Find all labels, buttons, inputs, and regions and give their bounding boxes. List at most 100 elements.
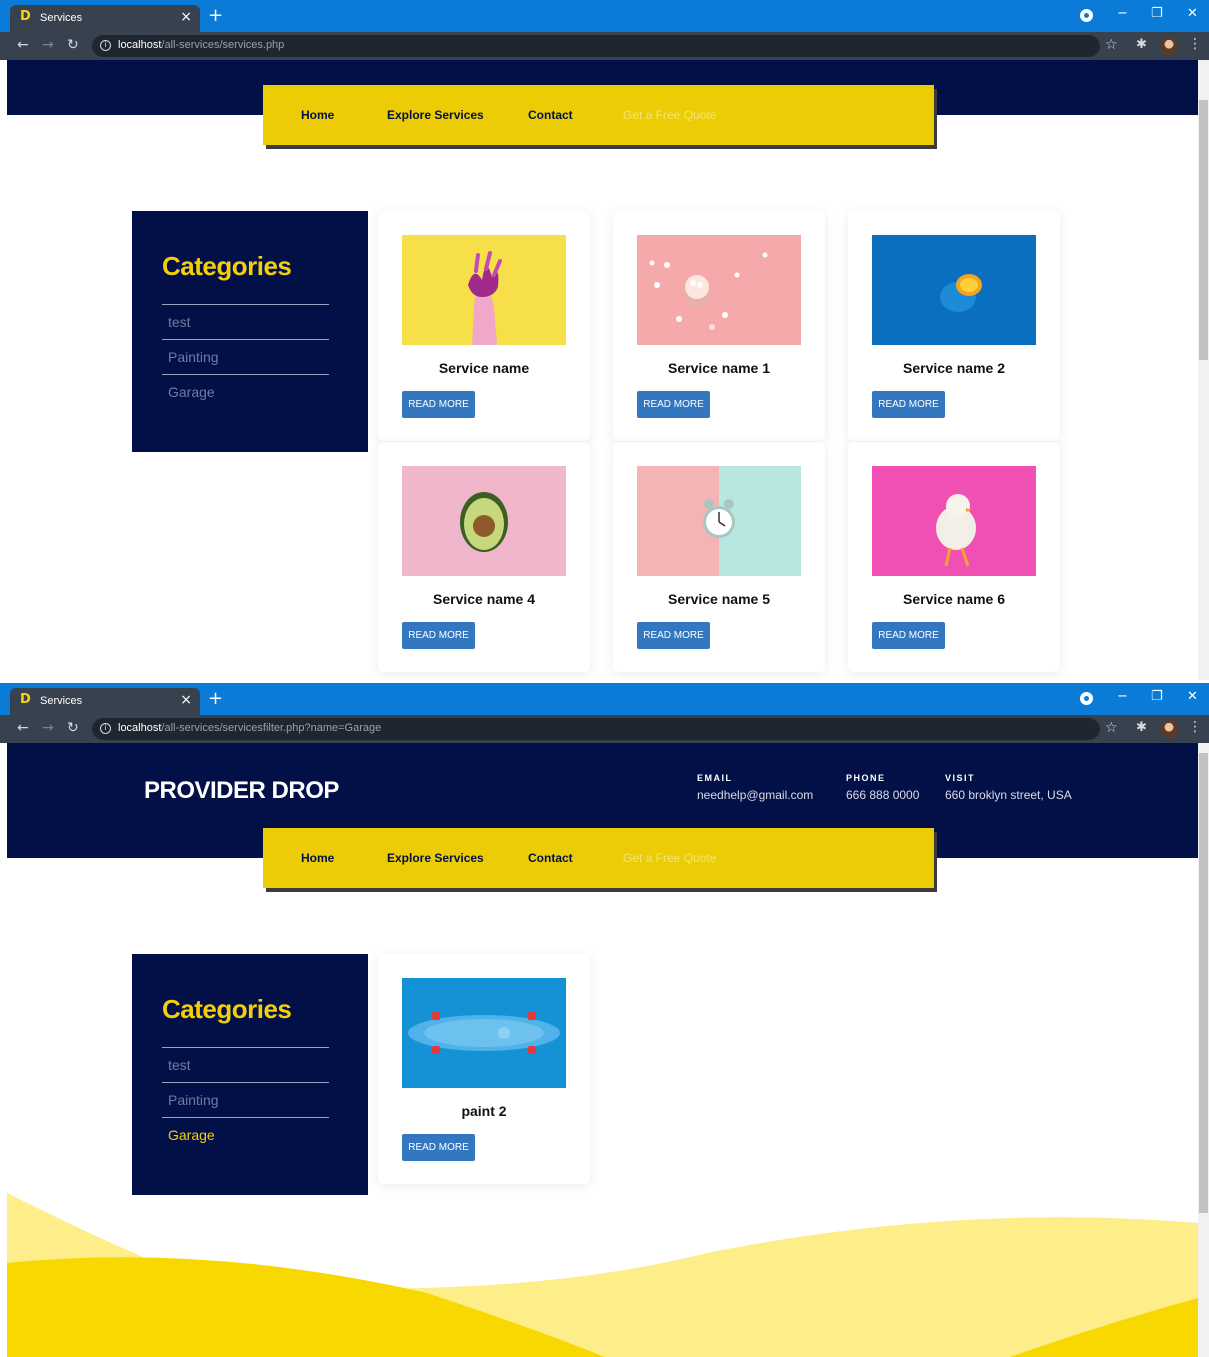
service-card: Service name READ MORE	[378, 211, 590, 441]
category-divider	[162, 1117, 329, 1118]
back-icon[interactable]: ←	[17, 37, 29, 53]
service-title: Service name 4	[433, 591, 535, 607]
scrollbar-thumb[interactable]	[1199, 100, 1208, 360]
service-title: Service name	[438, 360, 530, 376]
tab-title: Services	[40, 695, 83, 707]
browser-account-icon[interactable]	[1080, 692, 1093, 705]
category-garage[interactable]: Garage	[168, 1127, 215, 1143]
service-title: Service name 6	[903, 591, 1005, 607]
browser-menu-icon[interactable]: ⋮	[1188, 719, 1202, 735]
info-icon[interactable]: i	[100, 40, 111, 51]
browser-menu-icon[interactable]: ⋮	[1188, 36, 1202, 52]
category-garage[interactable]: Garage	[168, 384, 215, 400]
reload-icon[interactable]: ↻	[67, 720, 79, 736]
address-toolbar: ← → ↻ i localhost/all-services/servicesf…	[0, 715, 1209, 743]
address-toolbar: ← → ↻ i localhost/all-services/services.…	[0, 32, 1209, 60]
email-value[interactable]: needhelp@gmail.com	[697, 788, 813, 802]
site-favicon-icon: D	[20, 692, 31, 707]
categories-title: Categories	[162, 994, 292, 1024]
read-more-button[interactable]: READ MORE	[402, 391, 475, 418]
read-more-button[interactable]: READ MORE	[872, 622, 945, 649]
site-favicon-icon: D	[20, 9, 31, 24]
service-image[interactable]	[872, 466, 1036, 576]
browser-account-icon[interactable]	[1080, 9, 1093, 22]
service-image[interactable]	[637, 235, 801, 345]
browser-tab[interactable]: D Services ×	[10, 688, 200, 715]
category-divider	[162, 374, 329, 375]
service-image[interactable]	[402, 235, 566, 345]
profile-avatar[interactable]	[1160, 720, 1178, 738]
category-divider	[162, 304, 329, 305]
nav-home[interactable]: Home	[301, 108, 334, 122]
bookmark-star-icon[interactable]: ☆	[1105, 37, 1118, 53]
reload-icon[interactable]: ↻	[67, 37, 79, 53]
categories-sidebar: Categories test Painting Garage	[132, 211, 368, 452]
category-test[interactable]: test	[168, 314, 191, 330]
categories-title: Categories	[162, 251, 292, 281]
close-window-icon[interactable]: ✕	[1187, 6, 1198, 21]
email-label: EMAIL	[697, 773, 733, 783]
service-card: Service name 5 READ MORE	[613, 442, 825, 672]
nav-free-quote[interactable]: Get a Free Quote	[623, 851, 716, 865]
url-host: localhost	[118, 722, 162, 734]
browser-tab-bar: D Services × + − ❐ ✕	[0, 0, 1209, 32]
read-more-button[interactable]: READ MORE	[402, 1134, 475, 1161]
page-content: Home Explore Services Contact Get a Free…	[7, 60, 1198, 680]
page-scrollbar[interactable]	[1198, 60, 1209, 680]
bookmark-star-icon[interactable]: ☆	[1105, 720, 1118, 736]
restore-icon[interactable]: ❐	[1151, 6, 1163, 21]
main-nav: Home Explore Services Contact Get a Free…	[263, 828, 934, 888]
service-card: Service name 1 READ MORE	[613, 211, 825, 441]
service-card: paint 2 READ MORE	[378, 954, 590, 1184]
read-more-button[interactable]: READ MORE	[872, 391, 945, 418]
nav-free-quote[interactable]: Get a Free Quote	[623, 108, 716, 122]
url-field[interactable]: i localhost/all-services/servicesfilter.…	[92, 718, 1100, 740]
category-painting[interactable]: Painting	[168, 349, 219, 365]
minimize-icon[interactable]: −	[1117, 689, 1128, 704]
page-content: PROVIDER DROP EMAIL needhelp@gmail.com P…	[7, 743, 1198, 1357]
url-host: localhost	[118, 39, 162, 51]
extensions-icon[interactable]: ✱	[1136, 37, 1147, 52]
back-icon[interactable]: ←	[17, 720, 29, 736]
service-image[interactable]	[637, 466, 801, 576]
nav-explore-services[interactable]: Explore Services	[387, 851, 484, 865]
phone-value[interactable]: 666 888 0000	[846, 788, 919, 802]
forward-icon[interactable]: →	[42, 720, 54, 736]
read-more-button[interactable]: READ MORE	[637, 622, 710, 649]
nav-explore-services[interactable]: Explore Services	[387, 108, 484, 122]
service-image[interactable]	[402, 466, 566, 576]
forward-icon[interactable]: →	[42, 37, 54, 53]
profile-avatar[interactable]	[1160, 37, 1178, 55]
extensions-icon[interactable]: ✱	[1136, 720, 1147, 735]
nav-contact[interactable]: Contact	[528, 108, 573, 122]
read-more-button[interactable]: READ MORE	[402, 622, 475, 649]
categories-sidebar: Categories test Painting Garage	[132, 954, 368, 1195]
url-field[interactable]: i localhost/all-services/services.php	[92, 35, 1100, 57]
new-tab-icon[interactable]: +	[208, 688, 223, 709]
category-painting[interactable]: Painting	[168, 1092, 219, 1108]
tab-title: Services	[40, 12, 83, 24]
close-window-icon[interactable]: ✕	[1187, 689, 1198, 704]
restore-icon[interactable]: ❐	[1151, 689, 1163, 704]
scrollbar-thumb[interactable]	[1199, 753, 1208, 1213]
nav-home[interactable]: Home	[301, 851, 334, 865]
category-test[interactable]: test	[168, 1057, 191, 1073]
service-image[interactable]	[402, 978, 566, 1088]
browser-tab[interactable]: D Services ×	[10, 5, 200, 32]
read-more-button[interactable]: READ MORE	[637, 391, 710, 418]
page-scrollbar[interactable]	[1198, 743, 1209, 1357]
info-icon[interactable]: i	[100, 723, 111, 734]
screenshot-services-filter: D Services × + − ❐ ✕ ← → ↻ i localhost/a…	[0, 683, 1209, 1357]
brand-logo-text[interactable]: PROVIDER DROP	[144, 777, 339, 805]
new-tab-icon[interactable]: +	[208, 5, 223, 26]
main-nav: Home Explore Services Contact Get a Free…	[263, 85, 934, 145]
tab-close-icon[interactable]: ×	[180, 692, 192, 708]
visit-value: 660 broklyn street, USA	[945, 788, 1072, 802]
service-title: Service name 1	[668, 360, 770, 376]
nav-contact[interactable]: Contact	[528, 851, 573, 865]
tab-close-icon[interactable]: ×	[180, 9, 192, 25]
minimize-icon[interactable]: −	[1117, 6, 1128, 21]
screenshot-services: D Services × + − ❐ ✕ ← → ↻ i localhost/a…	[0, 0, 1209, 680]
service-image[interactable]	[872, 235, 1036, 345]
visit-label: VISIT	[945, 773, 976, 783]
